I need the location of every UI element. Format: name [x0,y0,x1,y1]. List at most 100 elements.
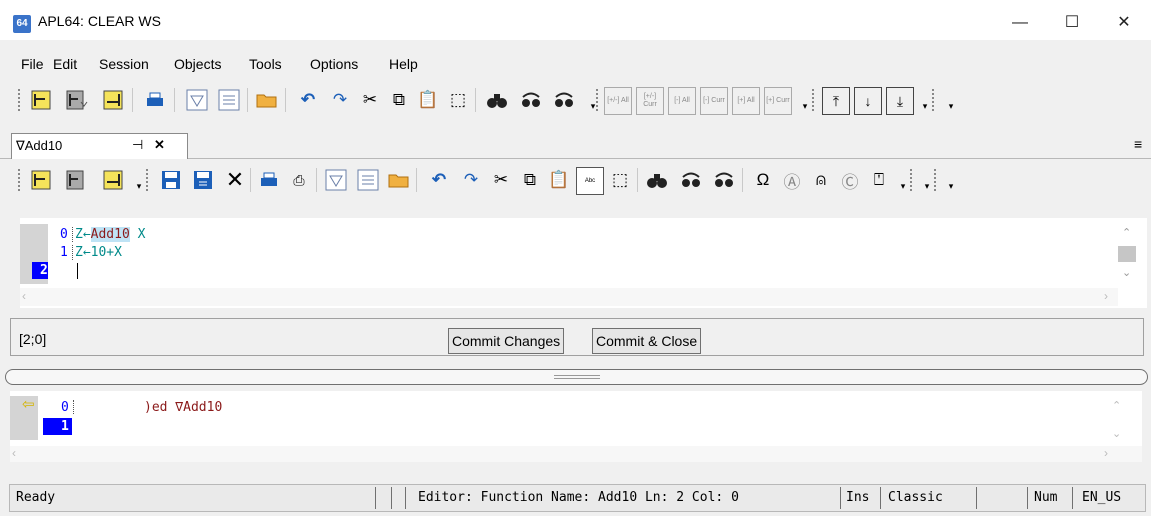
window-layout-down-icon[interactable] [64,167,90,193]
status-ready: Ready [16,490,56,505]
print-setup-icon[interactable]: ⎙ [286,167,312,193]
menu-help[interactable]: Help [389,56,418,72]
move-down-icon[interactable]: ↓ [854,87,882,115]
window-layout-down-icon[interactable] [64,87,90,113]
horizontal-scrollbar[interactable]: ‹ › [10,446,1142,462]
window-layout-alt-icon[interactable] [100,167,126,193]
window-layout-alt-icon[interactable] [100,87,126,113]
find-next-icon[interactable] [711,167,737,193]
scroll-right-icon[interactable]: › [1104,289,1108,303]
menu-tools[interactable]: Tools [249,56,282,72]
editor-line-0[interactable]: Z←Add10 X [72,227,145,242]
scroll-thumb[interactable] [1118,246,1136,262]
new-function-icon[interactable] [323,167,349,193]
collapse-all-button[interactable]: [-] All [668,87,696,115]
scroll-left-icon[interactable]: ‹ [12,446,16,460]
cut-icon[interactable]: ✂ [357,87,383,113]
pin-icon[interactable]: ⊣ [132,137,143,153]
commit-close-button[interactable]: Commit & Close [592,328,702,354]
editor-line-1[interactable]: Z←10+X [72,245,122,260]
toolbar-overflow-icon-4[interactable]: ▾ [938,173,964,199]
open-folder-icon[interactable] [254,87,280,113]
window-layout-icon[interactable] [28,87,54,113]
menu-bar: File Edit Session Objects Tools Options … [0,52,1151,76]
find-icon[interactable] [644,167,670,193]
cut-icon[interactable]: ✂ [488,167,514,193]
menu-session[interactable]: Session [99,56,149,72]
select-icon[interactable]: ⬚ [607,167,633,193]
redo-icon[interactable]: ↷ [327,87,353,113]
paste-icon[interactable]: 📋 [415,87,441,113]
find-icon[interactable] [484,87,510,113]
horizontal-scrollbar[interactable]: ‹ › [20,288,1118,306]
undo-icon[interactable]: ↶ [426,167,452,193]
pane-splitter[interactable] [5,369,1148,385]
function-editor[interactable]: 0 Z←Add10 X 1 Z←10+X 2 ⌃ ⌄ ‹ › [20,218,1147,308]
scroll-down-icon[interactable]: ⌄ [1112,427,1121,440]
splitter-grip[interactable] [554,375,600,379]
remove-omega-icon[interactable]: Ⓐ [779,167,805,193]
close-button[interactable]: ✕ [1097,6,1151,40]
toggle-current-button[interactable]: [+/-] Curr [636,87,664,115]
scroll-right-icon[interactable]: › [1104,446,1108,460]
format-icon[interactable]: Abc [576,167,604,195]
find-next-icon[interactable] [551,87,577,113]
copy-icon[interactable]: ⧉ [386,87,412,113]
paste-icon[interactable]: 📋 [546,167,572,193]
uncomment-icon[interactable]: Ⓒ [837,167,863,193]
copy-icon[interactable]: ⧉ [517,167,543,193]
find-previous-icon[interactable] [678,167,704,193]
window-layout-icon[interactable] [28,167,54,193]
print-icon[interactable] [256,167,282,193]
status-editor-info: Editor: Function Name: Add10 Ln: 2 Col: … [418,490,739,505]
lamp-icon[interactable]: ⍞ [866,167,892,193]
status-locale: EN_US [1082,490,1122,505]
new-document-icon[interactable] [216,87,242,113]
open-folder-icon[interactable] [386,167,412,193]
menu-edit[interactable]: Edit [53,56,77,72]
session-window[interactable]: ⇦ 0 )ed ∇Add10 1 ⌃ ⌄ ‹ › [10,391,1142,462]
find-previous-icon[interactable] [518,87,544,113]
scroll-up-icon[interactable]: ⌃ [1112,399,1121,412]
close-editor-icon[interactable]: ✕ [222,167,248,193]
move-top-icon[interactable]: ⤒ [822,87,850,115]
move-bottom-icon[interactable]: ⤓ [886,87,914,115]
menu-objects[interactable]: Objects [174,56,221,72]
tab-add10[interactable]: ∇Add10 ⊣ ✕ [11,133,188,159]
tab-menu-icon[interactable]: ≡ [1134,136,1142,152]
cursor-position: [2;0] [19,331,47,347]
scroll-up-icon[interactable]: ⌃ [1122,226,1131,239]
expand-all-button[interactable]: [+] All [732,87,760,115]
session-line-0[interactable]: )ed ∇Add10 [144,400,222,415]
toolbar-overflow-icon[interactable]: ▾ [580,93,606,119]
menu-file[interactable]: File [21,56,44,72]
expand-current-button[interactable]: [+] Curr [764,87,792,115]
save-icon[interactable] [158,167,184,193]
print-icon[interactable] [142,87,168,113]
select-icon[interactable]: ⬚ [445,87,471,113]
toolbar-grip[interactable] [18,89,24,111]
scroll-left-icon[interactable]: ‹ [22,289,26,303]
comment-icon[interactable]: ⍝ [808,167,834,193]
save-as-icon[interactable] [190,167,216,193]
maximize-button[interactable]: ☐ [1045,6,1099,40]
text-cursor [77,263,78,279]
status-layout: Classic [888,490,943,505]
function-name: Add10 [90,227,130,242]
editor-command-panel: [2;0] Commit Changes Commit & Close [10,318,1144,356]
minimize-button[interactable]: — [993,6,1047,40]
menu-options[interactable]: Options [310,56,358,72]
commit-changes-button[interactable]: Commit Changes [448,328,565,354]
new-function-icon[interactable] [184,87,210,113]
vertical-scrollbar[interactable]: ⌃ ⌄ [1118,224,1136,284]
toolbar-overflow-icon-4[interactable]: ▾ [938,93,964,119]
new-document-icon[interactable] [355,167,381,193]
collapse-current-button[interactable]: [-] Curr [700,87,728,115]
toggle-all-button[interactable]: [+/-] All [604,87,632,115]
omega-icon[interactable]: Ω [750,167,776,193]
undo-icon[interactable]: ↶ [295,87,321,113]
redo-icon[interactable]: ↷ [458,167,484,193]
status-num-lock: Num [1034,490,1058,505]
scroll-down-icon[interactable]: ⌄ [1122,266,1131,279]
tab-close-icon[interactable]: ✕ [154,137,165,153]
